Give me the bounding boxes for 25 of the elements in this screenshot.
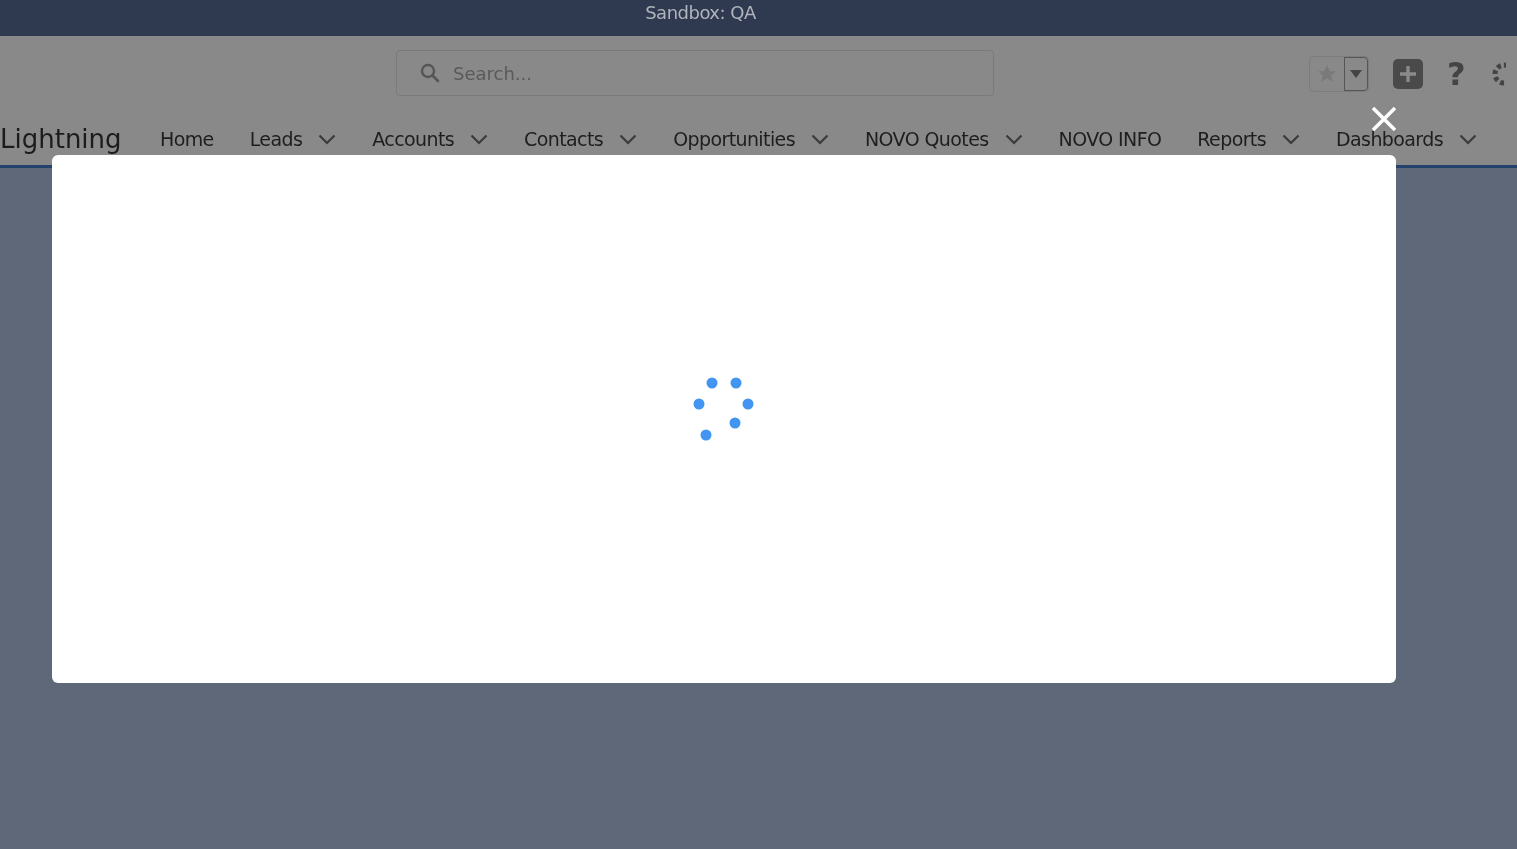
help-button[interactable]: ? — [1447, 58, 1466, 90]
chevron-icon — [1459, 133, 1477, 145]
app-name: Lightning — [0, 123, 123, 156]
chevron-icon — [1282, 133, 1300, 145]
chevron-icon — [619, 133, 638, 145]
nav-tab[interactable]: Accounts — [372, 122, 489, 156]
favorites-button[interactable] — [1309, 56, 1369, 92]
search-icon — [420, 63, 440, 83]
caret-icon — [1350, 70, 1362, 78]
nav-tab[interactable]: Dashboards — [1336, 122, 1477, 156]
nav-tab[interactable]: NOVO Quotes — [864, 122, 1023, 156]
chevron-icon — [470, 133, 489, 145]
nav-tab[interactable]: Opportunities — [673, 122, 829, 156]
sandbox-title: Sandbox: QA — [645, 1, 756, 25]
chevron-icon — [1004, 133, 1023, 145]
nav-tab[interactable]: Home — [160, 122, 214, 156]
close-icon[interactable] — [1371, 106, 1397, 132]
favorites-dropdown[interactable] — [1344, 57, 1368, 91]
chevron-icon — [318, 133, 337, 145]
nav-tab[interactable]: Contacts — [524, 122, 638, 156]
chevron-icon — [810, 133, 829, 145]
nav-tab[interactable]: Leads — [249, 122, 337, 156]
nav-tab[interactable]: Reports — [1197, 122, 1300, 156]
nav-tab[interactable]: NOVO INFO — [1058, 122, 1162, 156]
add-icon[interactable] — [1393, 59, 1423, 89]
